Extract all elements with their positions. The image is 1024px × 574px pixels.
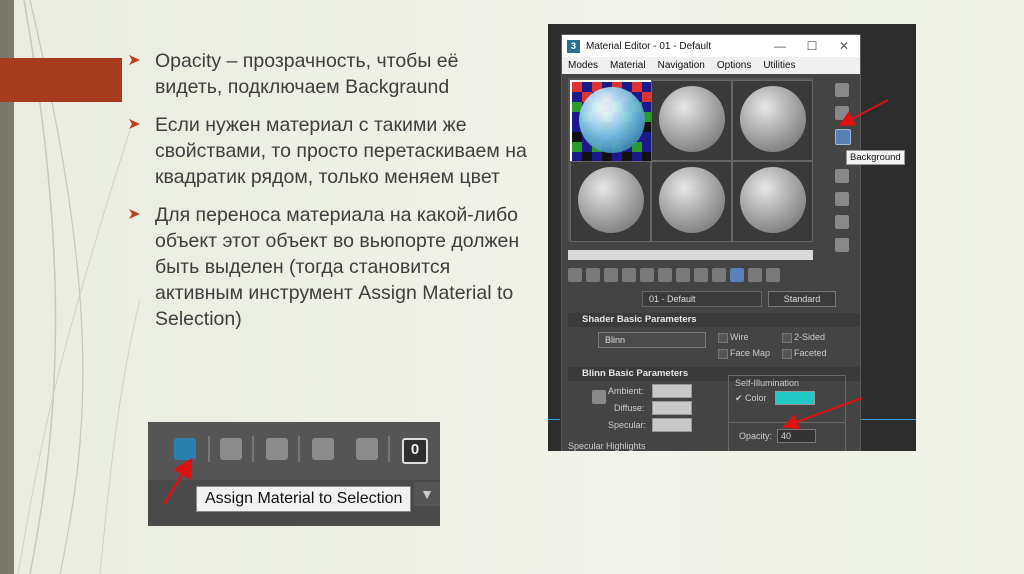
annotation-arrows [162, 99, 889, 505]
arrow-to-opacity [782, 397, 863, 430]
arrow-to-assign [162, 457, 193, 505]
arrow-to-background [838, 99, 889, 126]
